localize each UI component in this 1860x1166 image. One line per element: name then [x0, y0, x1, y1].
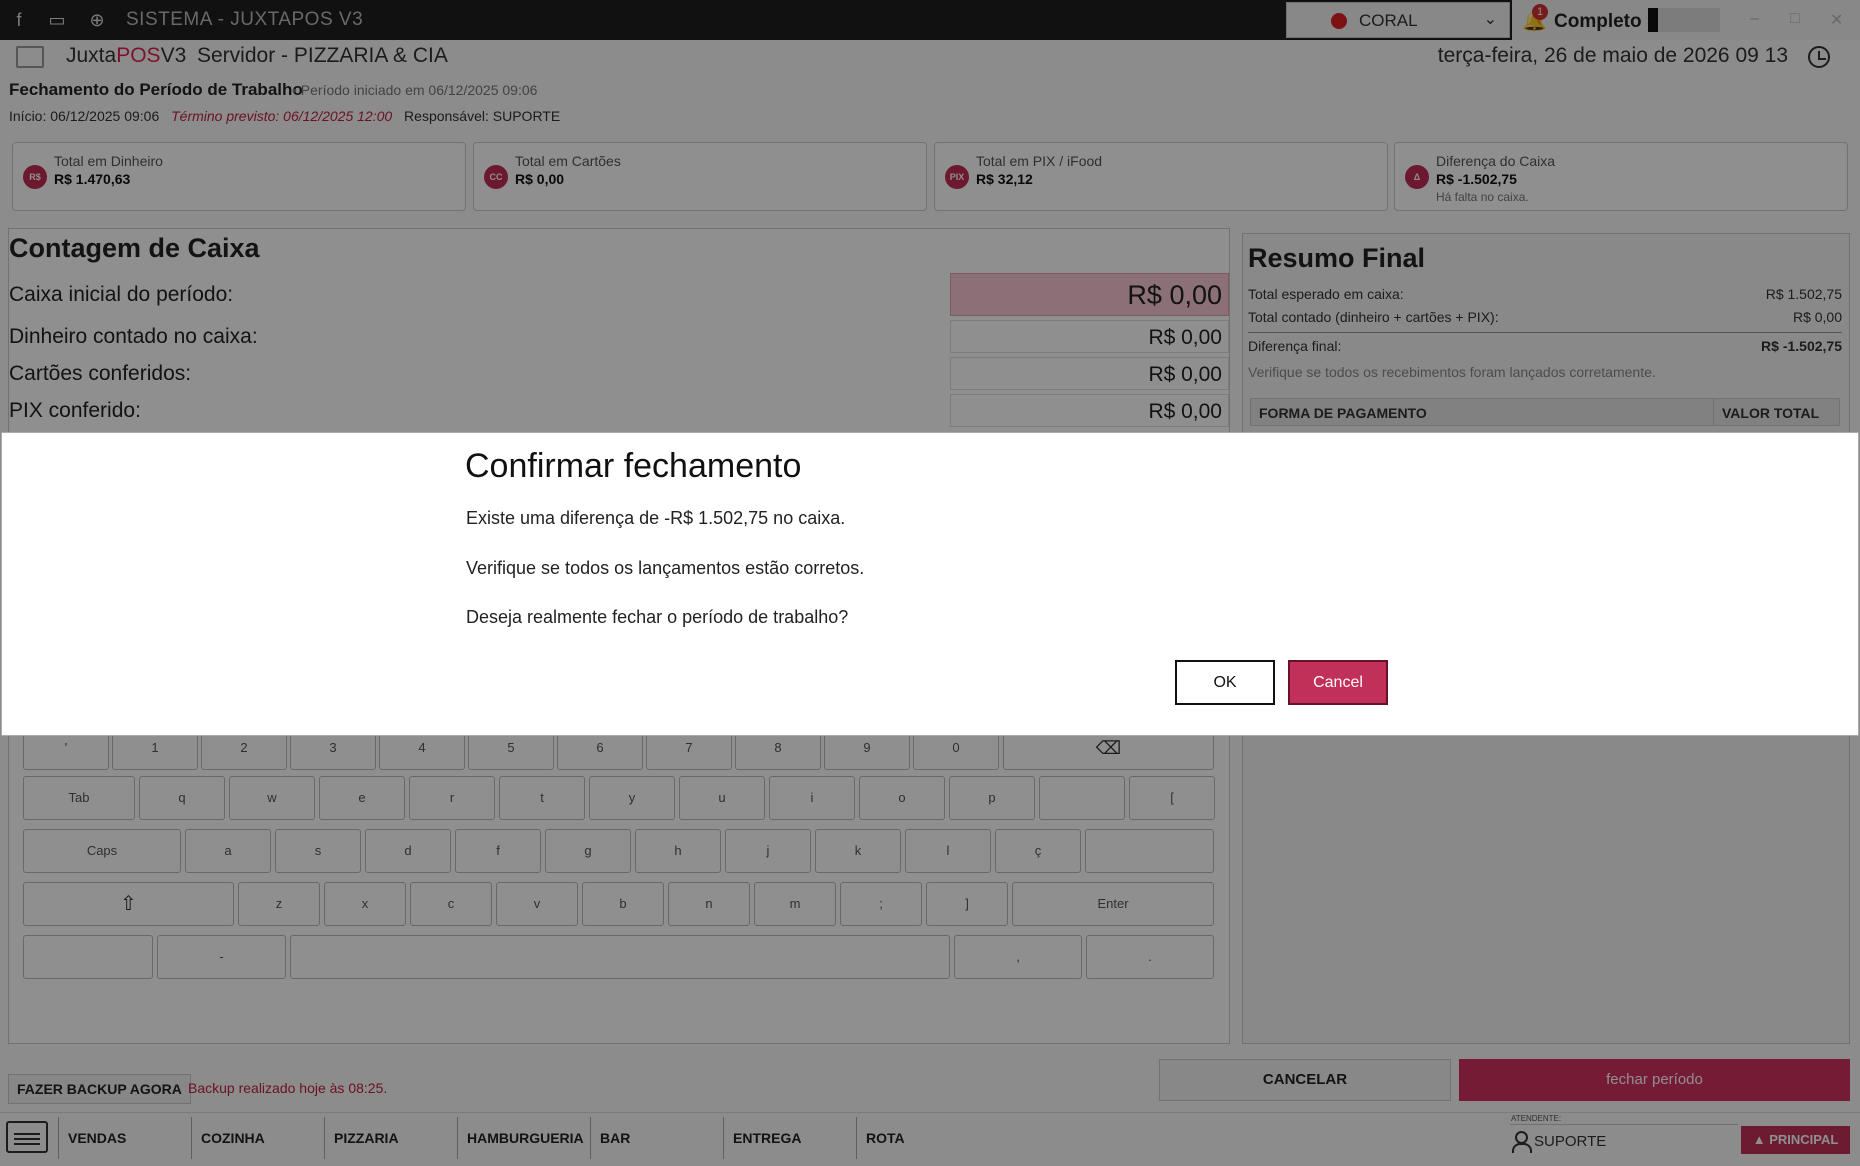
dialog-ok-button[interactable]: OK [1175, 660, 1275, 705]
dialog-title: Confirmar fechamento [465, 447, 802, 485]
confirm-dialog [1, 432, 1859, 736]
dialog-message-difference: Existe uma diferença de -R$ 1.502,75 no … [466, 508, 846, 528]
dialog-message-verify: Verifique se todos os lançamentos estão … [466, 558, 865, 578]
dialog-cancel-button[interactable]: Cancel [1288, 660, 1388, 705]
dialog-message-confirm: Deseja realmente fechar o período de tra… [466, 607, 849, 627]
